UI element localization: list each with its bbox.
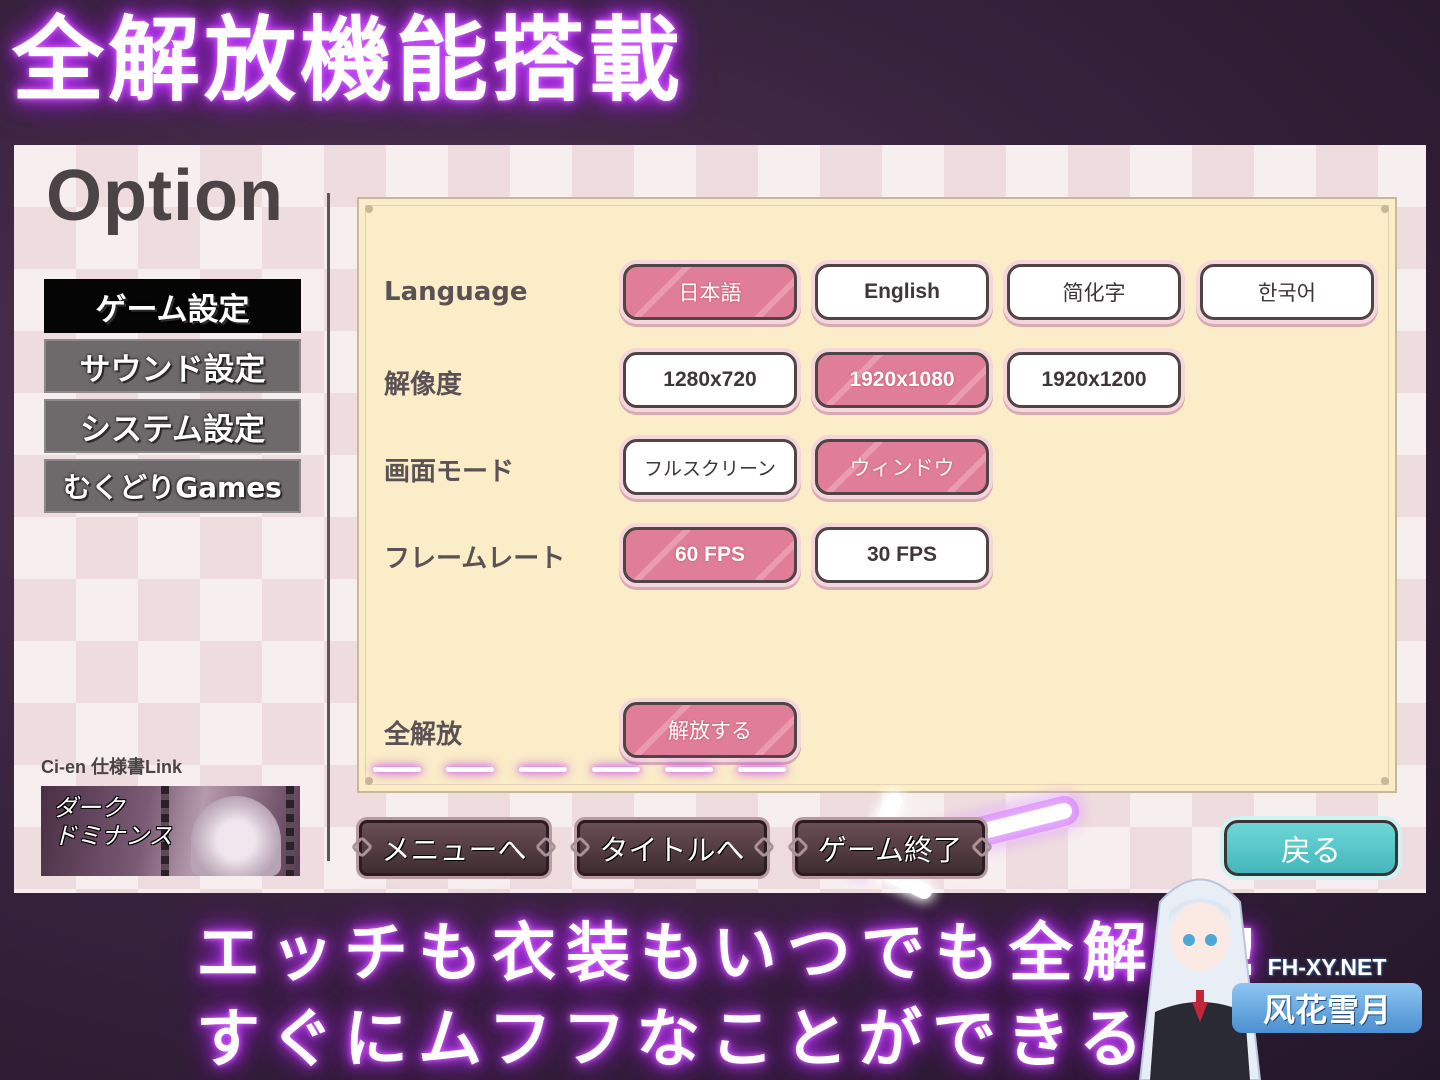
page-title: Option <box>46 156 284 236</box>
dash <box>446 767 494 772</box>
promo-line-2: すぐにムフフなことができる! <box>196 1003 1193 1077</box>
language-label: Language <box>384 277 528 307</box>
banner-game-logo: ダーク ドミナンス <box>53 794 173 850</box>
dash <box>592 767 640 772</box>
sidebar-item-game-settings[interactable]: ゲーム設定 <box>44 279 301 333</box>
language-option-simplified-chinese[interactable]: 简化字 <box>1007 264 1181 320</box>
chain-decoration <box>286 786 294 876</box>
character-portrait <box>191 796 281 876</box>
chain-icon <box>350 835 374 859</box>
screen-mode-option-fullscreen[interactable]: フルスクリーン <box>623 439 797 495</box>
corner-rivet <box>1381 777 1389 785</box>
corner-rivet <box>1381 205 1389 213</box>
resolution-option-1920x1080[interactable]: 1920x1080 <box>815 352 989 408</box>
quit-game-button-label: ゲーム終了 <box>817 833 963 867</box>
sidebar-item-system-settings[interactable]: システム設定 <box>44 399 301 453</box>
dash <box>373 767 421 772</box>
corner-rivet <box>365 205 373 213</box>
title-button-label: タイトルへ <box>599 833 745 867</box>
dash <box>665 767 713 772</box>
chain-icon <box>786 835 810 859</box>
language-option-english[interactable]: English <box>815 264 989 320</box>
sidebar-item-sound-settings[interactable]: サウンド設定 <box>44 339 301 393</box>
chain-icon <box>752 835 776 859</box>
banner-logo-text: ダーク ドミナンス <box>53 794 173 850</box>
vertical-divider <box>327 193 330 861</box>
frame-rate-option-30fps[interactable]: 30 FPS <box>815 527 989 583</box>
promo-title: 全解放機能搭載 <box>12 7 685 114</box>
screen-mode-label: 画面モード <box>384 457 515 487</box>
resolution-option-1920x1200[interactable]: 1920x1200 <box>1007 352 1181 408</box>
frame-rate-label: フレームレート <box>384 544 566 574</box>
watermark-name: 风花雪月 <box>1232 983 1422 1033</box>
quit-game-button[interactable]: ゲーム終了 <box>786 820 994 876</box>
menu-button[interactable]: メニューへ <box>350 820 558 876</box>
resolution-option-1280x720[interactable]: 1280x720 <box>623 352 797 408</box>
frame-rate-option-60fps[interactable]: 60 FPS <box>623 527 797 583</box>
cien-link-label: Ci-en 仕様書Link <box>41 757 183 777</box>
language-option-japanese[interactable]: 日本語 <box>623 264 797 320</box>
watermark-url: FH-XY.NET <box>1267 954 1387 980</box>
top-promo-banner: 全解放機能搭載 <box>0 0 1440 130</box>
unlock-all-button[interactable]: 解放する <box>623 702 797 758</box>
dash <box>519 767 567 772</box>
title-button[interactable]: タイトルへ <box>568 820 776 876</box>
language-option-korean[interactable]: 한국어 <box>1200 264 1374 320</box>
sidebar-item-mukudori-games[interactable]: むくどりGames <box>44 459 301 513</box>
unlock-all-label: 全解放 <box>384 720 463 750</box>
chain-icon <box>568 835 592 859</box>
resolution-label: 解像度 <box>384 370 463 400</box>
option-screen: Option ゲーム設定 サウンド設定 システム設定 むくどりGames Ci-… <box>14 145 1426 899</box>
menu-button-label: メニューへ <box>381 833 527 867</box>
dash <box>738 767 786 772</box>
site-watermark: FH-XY.NET 风花雪月 <box>1232 954 1422 1033</box>
cien-link-banner[interactable]: ダーク ドミナンス <box>41 786 300 876</box>
corner-rivet <box>365 777 373 785</box>
screen-mode-option-window[interactable]: ウィンドウ <box>815 439 989 495</box>
chain-icon <box>534 835 558 859</box>
